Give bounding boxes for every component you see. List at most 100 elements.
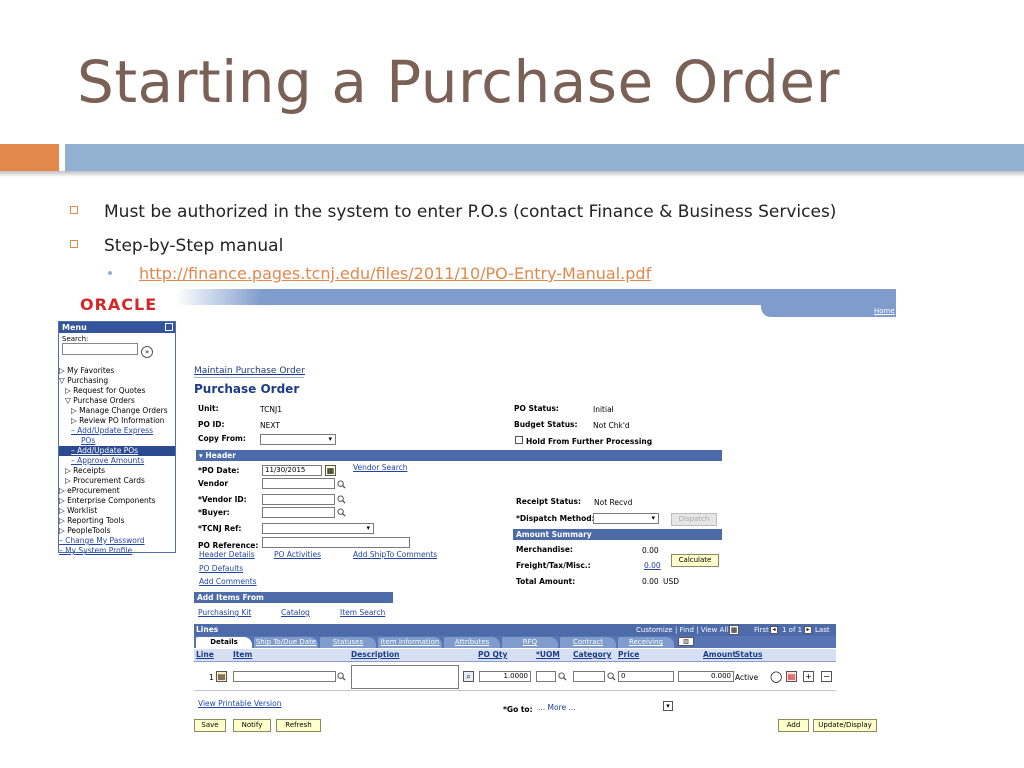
tab-statuses[interactable]: Statuses xyxy=(320,637,376,648)
add-row-icon[interactable]: + xyxy=(803,671,814,682)
lookup-search-icon[interactable] xyxy=(607,672,616,681)
tab-item-information[interactable]: Item Information xyxy=(378,637,442,648)
col-amount[interactable]: Amount xyxy=(703,650,736,659)
col-price[interactable]: Price xyxy=(618,650,639,659)
tcnj-ref-select[interactable]: ▾ xyxy=(262,523,374,534)
menu-search-input[interactable] xyxy=(62,343,138,355)
next-icon[interactable]: ▸ xyxy=(804,626,812,634)
tab-receiving[interactable]: Receiving xyxy=(618,637,674,648)
po-activities-link[interactable]: PO Activities xyxy=(274,550,321,559)
uom-input[interactable] xyxy=(536,671,556,682)
buyer-input[interactable] xyxy=(262,507,335,518)
breadcrumb[interactable]: Maintain Purchase Order xyxy=(194,366,305,376)
notify-button[interactable]: Notify xyxy=(233,719,271,732)
view-printable-link[interactable]: View Printable Version xyxy=(198,699,281,708)
menu-item[interactable]: – My System Profile xyxy=(59,546,175,556)
dispatch-method-select[interactable]: ▾ xyxy=(593,513,659,524)
catalog-link[interactable]: Catalog xyxy=(281,608,310,617)
menu-item[interactable]: ▷ My Favorites xyxy=(59,366,175,376)
delete-row-icon[interactable]: − xyxy=(821,671,832,682)
menu-item[interactable]: – Add/Update Express xyxy=(59,426,175,436)
show-all-tabs-icon[interactable]: ▥ xyxy=(678,637,694,646)
vendor-input[interactable] xyxy=(262,478,335,489)
item-input[interactable] xyxy=(233,671,336,682)
menu-item[interactable]: ▷ eProcurement xyxy=(59,486,175,496)
menu-item[interactable]: ▷ Enterprise Components xyxy=(59,496,175,506)
menu-item[interactable]: POs xyxy=(59,436,175,446)
menu-link[interactable]: – Add/Update Express xyxy=(71,426,153,435)
col-item[interactable]: Item xyxy=(233,650,252,659)
grid-download-icon[interactable]: ▦ xyxy=(729,625,739,635)
dispatch-button[interactable]: Dispatch xyxy=(671,513,717,526)
menu-link[interactable]: – Add/Update POs xyxy=(71,446,138,455)
header-section-bar[interactable]: ▾ Header xyxy=(196,450,722,461)
menu-item-selected[interactable]: – Add/Update POs xyxy=(59,446,175,456)
menu-item[interactable]: ▷ PeopleTools xyxy=(59,526,175,536)
manual-link[interactable]: http://finance.pages.tcnj.edu/files/2011… xyxy=(139,264,651,283)
line-details-icon[interactable]: ▤ xyxy=(216,671,227,682)
col-description[interactable]: Description xyxy=(351,650,400,659)
lookup-search-icon[interactable] xyxy=(337,508,346,517)
menu-item[interactable]: ▽ Purchasing xyxy=(59,376,175,386)
menu-link[interactable]: – Change My Password xyxy=(59,536,145,545)
menu-item[interactable]: ▷ Worklist xyxy=(59,506,175,516)
po-defaults-link[interactable]: PO Defaults xyxy=(199,564,243,573)
price-input[interactable]: 0 xyxy=(618,671,674,682)
lookup-search-icon[interactable] xyxy=(337,495,346,504)
update-display-button[interactable]: Update/Display xyxy=(813,719,877,732)
description-textarea[interactable] xyxy=(351,665,459,689)
grid-last-link[interactable]: Last xyxy=(815,624,830,636)
col-category[interactable]: Category xyxy=(573,650,611,659)
col-uom[interactable]: *UOM xyxy=(536,650,560,659)
vendor-id-input[interactable] xyxy=(262,494,335,505)
refresh-button[interactable]: Refresh xyxy=(276,719,321,732)
add-shipto-comments-link[interactable]: Add ShipTo Comments xyxy=(353,550,437,559)
menu-item[interactable]: ▷ Request for Quotes xyxy=(59,386,175,396)
vendor-search-link[interactable]: Vendor Search xyxy=(353,463,408,472)
tab-contract[interactable]: Contract xyxy=(560,637,616,648)
tab-details[interactable]: Details xyxy=(196,637,252,648)
tab-ship-to[interactable]: Ship To/Due Date xyxy=(254,637,318,648)
lookup-search-icon[interactable] xyxy=(337,480,346,489)
menu-link[interactable]: POs xyxy=(81,436,95,445)
home-link[interactable]: Home xyxy=(874,307,895,315)
amount-input[interactable]: 0.000 xyxy=(678,671,734,682)
menu-link[interactable]: – Approve Amounts xyxy=(71,456,144,465)
menu-item[interactable]: – Approve Amounts xyxy=(59,456,175,466)
purchasing-kit-link[interactable]: Purchasing Kit xyxy=(198,608,251,617)
header-details-link[interactable]: Header Details xyxy=(199,550,255,559)
description-lookup-icon[interactable]: ⌕ xyxy=(463,671,474,682)
item-search-link[interactable]: Item Search xyxy=(340,608,385,617)
menu-item[interactable]: ▷ Procurement Cards xyxy=(59,476,175,486)
menu-item[interactable]: – Change My Password xyxy=(59,536,175,546)
col-line[interactable]: Line xyxy=(196,650,214,659)
menu-item[interactable]: ▷ Manage Change Orders xyxy=(59,406,175,416)
tab-attributes[interactable]: Attributes xyxy=(444,637,500,648)
tab-rfq[interactable]: RFQ xyxy=(502,637,558,648)
po-reference-input[interactable] xyxy=(262,537,410,548)
comment-icon[interactable]: ◯ xyxy=(770,670,782,683)
previous-icon[interactable]: ◂ xyxy=(770,626,778,634)
menu-item[interactable]: ▽ Purchase Orders xyxy=(59,396,175,406)
hold-checkbox[interactable] xyxy=(515,436,523,444)
add-button[interactable]: Add xyxy=(778,719,809,732)
lookup-search-icon[interactable] xyxy=(337,672,346,681)
search-go-icon[interactable]: » xyxy=(141,346,153,358)
goto-dropdown-icon[interactable]: ▾ xyxy=(663,701,673,711)
copy-from-select[interactable]: ▾ xyxy=(260,434,336,445)
minimize-icon[interactable] xyxy=(165,323,173,331)
calculate-button[interactable]: Calculate xyxy=(671,554,719,567)
lookup-search-icon[interactable] xyxy=(558,672,567,681)
add-comments-link[interactable]: Add Comments xyxy=(199,577,257,586)
menu-item[interactable]: ▷ Review PO Information xyxy=(59,416,175,426)
col-po-qty[interactable]: PO Qty xyxy=(478,650,507,659)
category-input[interactable] xyxy=(573,671,605,682)
save-button[interactable]: Save xyxy=(194,719,226,732)
grid-first-link[interactable]: First xyxy=(754,624,769,636)
freight-value-link[interactable]: 0.00 xyxy=(644,561,661,570)
schedule-icon[interactable]: ▤ xyxy=(786,671,797,682)
menu-item[interactable]: ▷ Reporting Tools xyxy=(59,516,175,526)
po-qty-input[interactable]: 1.0000 xyxy=(479,671,531,682)
po-date-input[interactable]: 11/30/2015 xyxy=(262,465,322,476)
calendar-icon[interactable]: ▦ xyxy=(325,465,336,476)
